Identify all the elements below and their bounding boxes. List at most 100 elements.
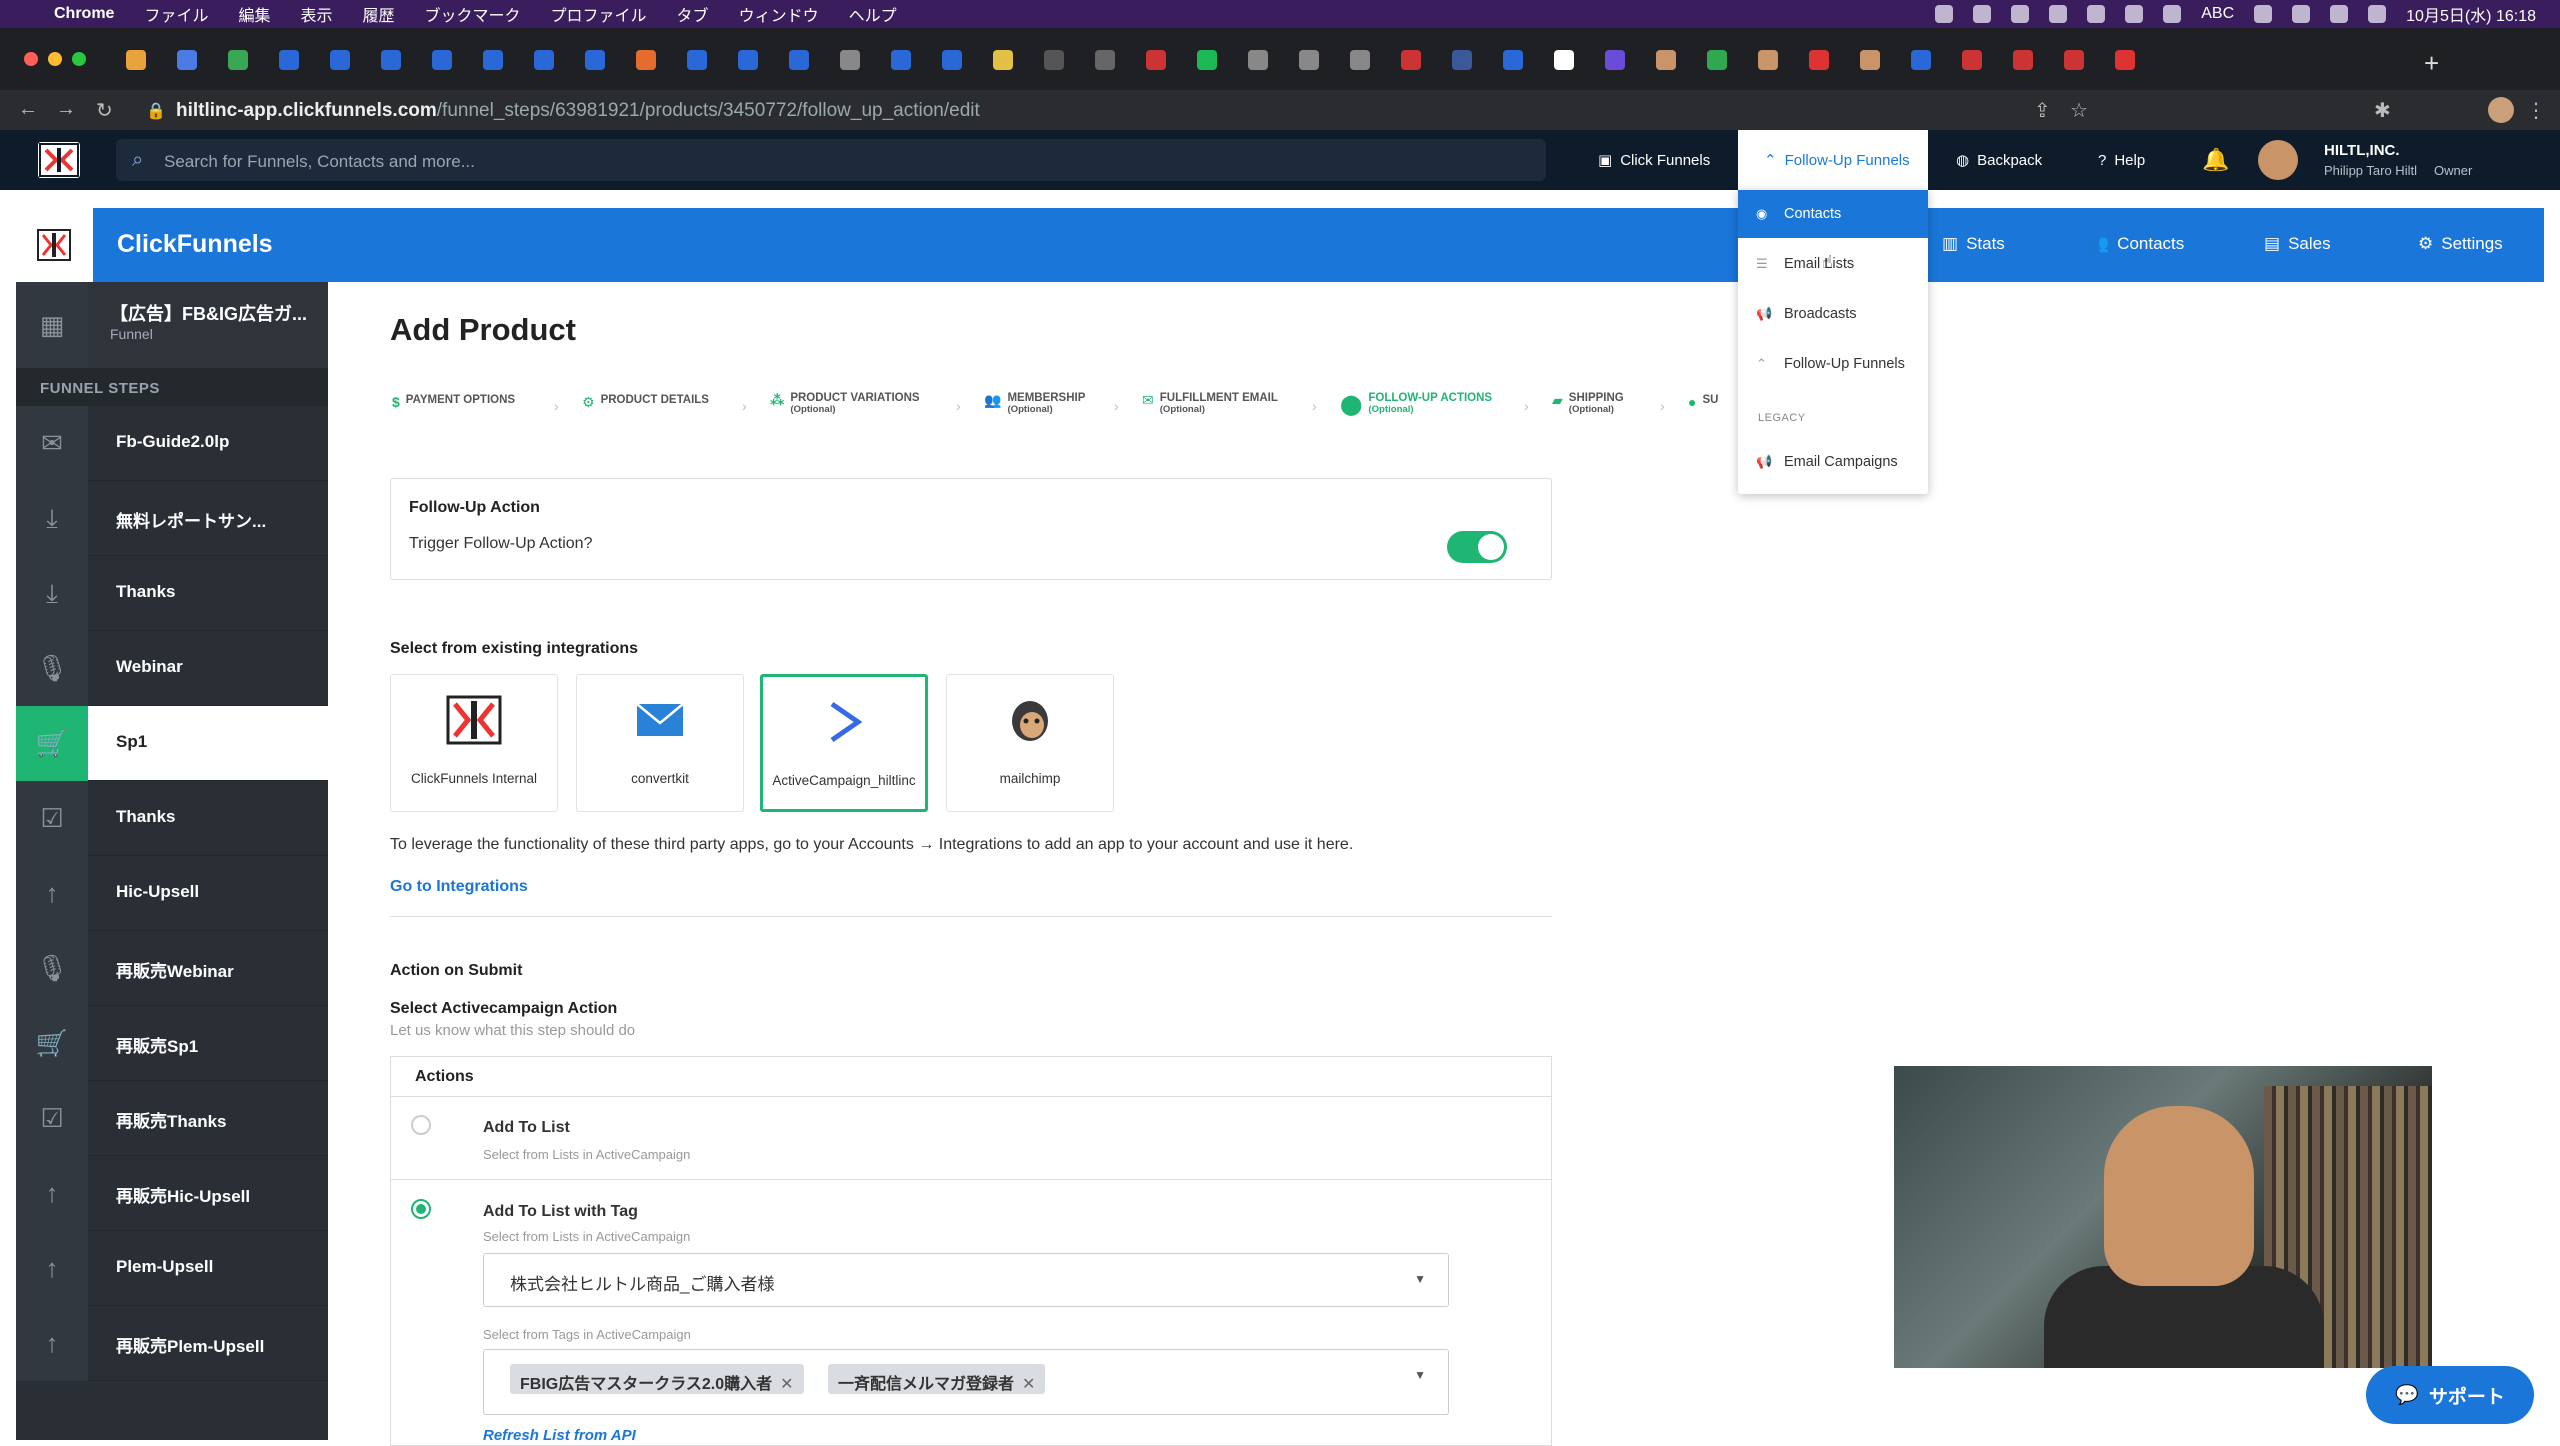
menu-profiles[interactable]: プロファイル: [551, 2, 647, 26]
sidebar-step[interactable]: 🛒 再販売Sp1: [16, 1006, 328, 1081]
wizard-step[interactable]: ● SU: [1688, 394, 1718, 410]
tags-select[interactable]: FBIG広告マスタークラス2.0購入者 ✕ 一斉配信メルマガ登録者 ✕ ▼: [483, 1349, 1449, 1415]
browser-tab-favicon[interactable]: [2013, 50, 2033, 70]
menu-item-email-lists[interactable]: ☰ Email Lists: [1738, 240, 1928, 288]
close-window-icon[interactable]: [24, 52, 38, 66]
sidebar-step[interactable]: ↑ Plem-Upsell: [16, 1231, 328, 1306]
browser-tab-favicon[interactable]: [1401, 50, 1421, 70]
browser-tab-favicon[interactable]: [1299, 50, 1319, 70]
nav-help[interactable]: ? Help: [2098, 130, 2145, 190]
browser-tab-favicon[interactable]: [1758, 50, 1778, 70]
wizard-step[interactable]: $ PAYMENT OPTIONS: [392, 394, 515, 410]
clock[interactable]: 10月5日(水) 16:18: [2406, 2, 2536, 26]
tag-chip[interactable]: FBIG広告マスタークラス2.0購入者 ✕: [510, 1364, 804, 1394]
account-name[interactable]: HILTL,INC.: [2324, 142, 2400, 159]
browser-tab-favicon[interactable]: [1656, 50, 1676, 70]
browser-tab-favicon[interactable]: [279, 50, 299, 70]
browser-tab-favicon[interactable]: [1350, 50, 1370, 70]
new-tab-icon[interactable]: +: [2424, 48, 2439, 79]
notifications-icon[interactable]: 🔔: [2202, 130, 2229, 190]
status-icon[interactable]: [1973, 5, 1992, 23]
browser-tab-favicon[interactable]: [483, 50, 503, 70]
wifi-icon[interactable]: [2254, 5, 2273, 23]
reload-icon[interactable]: ↻: [96, 98, 113, 123]
wizard-step-current[interactable]: ⬤ FOLLOW-UP ACTIONS (Optional): [1340, 392, 1492, 417]
nav-backpack[interactable]: ◍ Backpack: [1956, 130, 2042, 190]
sidebar-step[interactable]: ⤓ 無料レポートサン...: [16, 481, 328, 556]
browser-tab-favicon[interactable]: [1248, 50, 1268, 70]
sidebar-step[interactable]: ↑ Hic-Upsell: [16, 856, 328, 931]
dropbox-icon[interactable]: [2087, 5, 2106, 23]
browser-tab-favicon[interactable]: [1605, 50, 1625, 70]
browser-tab-favicon[interactable]: [534, 50, 554, 70]
menu-item-contacts[interactable]: ◉ Contacts: [1738, 190, 1928, 238]
browser-tab-favicon[interactable]: [840, 50, 860, 70]
sidebar-step[interactable]: 🎙 再販売Webinar: [16, 931, 328, 1006]
tag-chip[interactable]: 一斉配信メルマガ登録者 ✕: [828, 1364, 1046, 1394]
funnel-overview[interactable]: ▦ 【広告】FB&IG広告ガ... Funnel: [16, 282, 328, 368]
header-sales[interactable]: ▤ Sales: [2264, 234, 2331, 254]
global-search[interactable]: ⌕ Search for Funnels, Contacts and more.…: [116, 139, 1546, 181]
browser-tab-favicon[interactable]: [330, 50, 350, 70]
browser-tab-favicon[interactable]: [1044, 50, 1064, 70]
browser-tab-favicon[interactable]: [126, 50, 146, 70]
control-center-icon[interactable]: [2368, 5, 2387, 23]
browser-tab-favicon[interactable]: [993, 50, 1013, 70]
browser-tab-favicon[interactable]: [1452, 50, 1472, 70]
menu-item-broadcasts[interactable]: 📢 Broadcasts: [1738, 290, 1928, 338]
extensions-icon[interactable]: ✱: [2374, 98, 2391, 123]
sidebar-step[interactable]: ☑ 再販売Thanks: [16, 1081, 328, 1156]
bluetooth-icon[interactable]: [2163, 5, 2182, 23]
integration-convertkit[interactable]: convertkit: [576, 674, 744, 812]
wizard-step[interactable]: 👥 MEMBERSHIP (Optional): [984, 392, 1085, 415]
menu-bookmarks[interactable]: ブックマーク: [425, 2, 521, 26]
account-avatar[interactable]: [2258, 140, 2298, 180]
sidebar-step[interactable]: ✉ Fb-Guide2.0lp: [16, 406, 328, 481]
browser-tab-favicon[interactable]: [1146, 50, 1166, 70]
browser-tab-favicon[interactable]: [636, 50, 656, 70]
refresh-list-link[interactable]: Refresh List from API: [483, 1427, 636, 1444]
battery-icon[interactable]: [2292, 5, 2311, 23]
wizard-step[interactable]: ✉ FULFILLMENT EMAIL (Optional): [1142, 392, 1278, 415]
menu-window[interactable]: ウィンドウ: [739, 2, 819, 26]
browser-tab-favicon[interactable]: [432, 50, 452, 70]
menu-edit[interactable]: 編集: [238, 2, 270, 26]
browser-tab-favicon[interactable]: [1809, 50, 1829, 70]
list-select[interactable]: 株式会社ヒルトル商品_ご購入者様 ▼: [483, 1253, 1449, 1307]
menu-item-follow-up-funnels[interactable]: ⌃ Follow-Up Funnels: [1738, 340, 1928, 388]
bookmark-star-icon[interactable]: ☆: [2070, 98, 2088, 123]
browser-tab-favicon[interactable]: [789, 50, 809, 70]
cf-brand-logo[interactable]: [16, 208, 93, 282]
minimize-window-icon[interactable]: [48, 52, 62, 66]
remove-tag-icon[interactable]: ✕: [780, 1376, 793, 1393]
url-field[interactable]: hiltlinc-app.clickfunnels.com/funnel_ste…: [176, 100, 980, 122]
menu-file[interactable]: ファイル: [144, 2, 208, 26]
option-add-to-list-with-tag[interactable]: Add To List with Tag: [483, 1203, 638, 1221]
spotlight-icon[interactable]: [2330, 5, 2349, 23]
sidebar-step-active[interactable]: 🛒 Sp1: [16, 706, 328, 781]
volume-icon[interactable]: [2125, 5, 2144, 23]
support-chat-button[interactable]: 💬 サポート: [2366, 1366, 2534, 1424]
input-source[interactable]: ABC: [2201, 5, 2234, 23]
browser-tab-favicon[interactable]: [891, 50, 911, 70]
browser-tab-favicon[interactable]: [1860, 50, 1880, 70]
browser-tab-favicon[interactable]: [381, 50, 401, 70]
browser-tab-favicon[interactable]: [1707, 50, 1727, 70]
browser-tab-favicon[interactable]: [2064, 50, 2084, 70]
browser-tab-favicon[interactable]: [177, 50, 197, 70]
browser-tab-favicon[interactable]: [1962, 50, 1982, 70]
browser-tab-favicon[interactable]: [738, 50, 758, 70]
remove-tag-icon[interactable]: ✕: [1022, 1376, 1035, 1393]
sidebar-step[interactable]: ☑ Thanks: [16, 781, 328, 856]
radio-add-to-list[interactable]: [411, 1115, 431, 1135]
status-icon[interactable]: [2049, 5, 2068, 23]
menu-tab[interactable]: タブ: [677, 2, 709, 26]
radio-add-to-list-with-tag[interactable]: [411, 1199, 431, 1219]
browser-tab-favicon[interactable]: [1554, 50, 1574, 70]
lock-icon[interactable]: 🔒: [146, 101, 166, 121]
status-icon[interactable]: [1935, 5, 1954, 23]
menu-history[interactable]: 履歴: [363, 2, 395, 26]
wizard-step[interactable]: ⚙ PRODUCT DETAILS: [582, 394, 709, 411]
zoom-window-icon[interactable]: [72, 52, 86, 66]
sidebar-step[interactable]: ⤓ Thanks: [16, 556, 328, 631]
